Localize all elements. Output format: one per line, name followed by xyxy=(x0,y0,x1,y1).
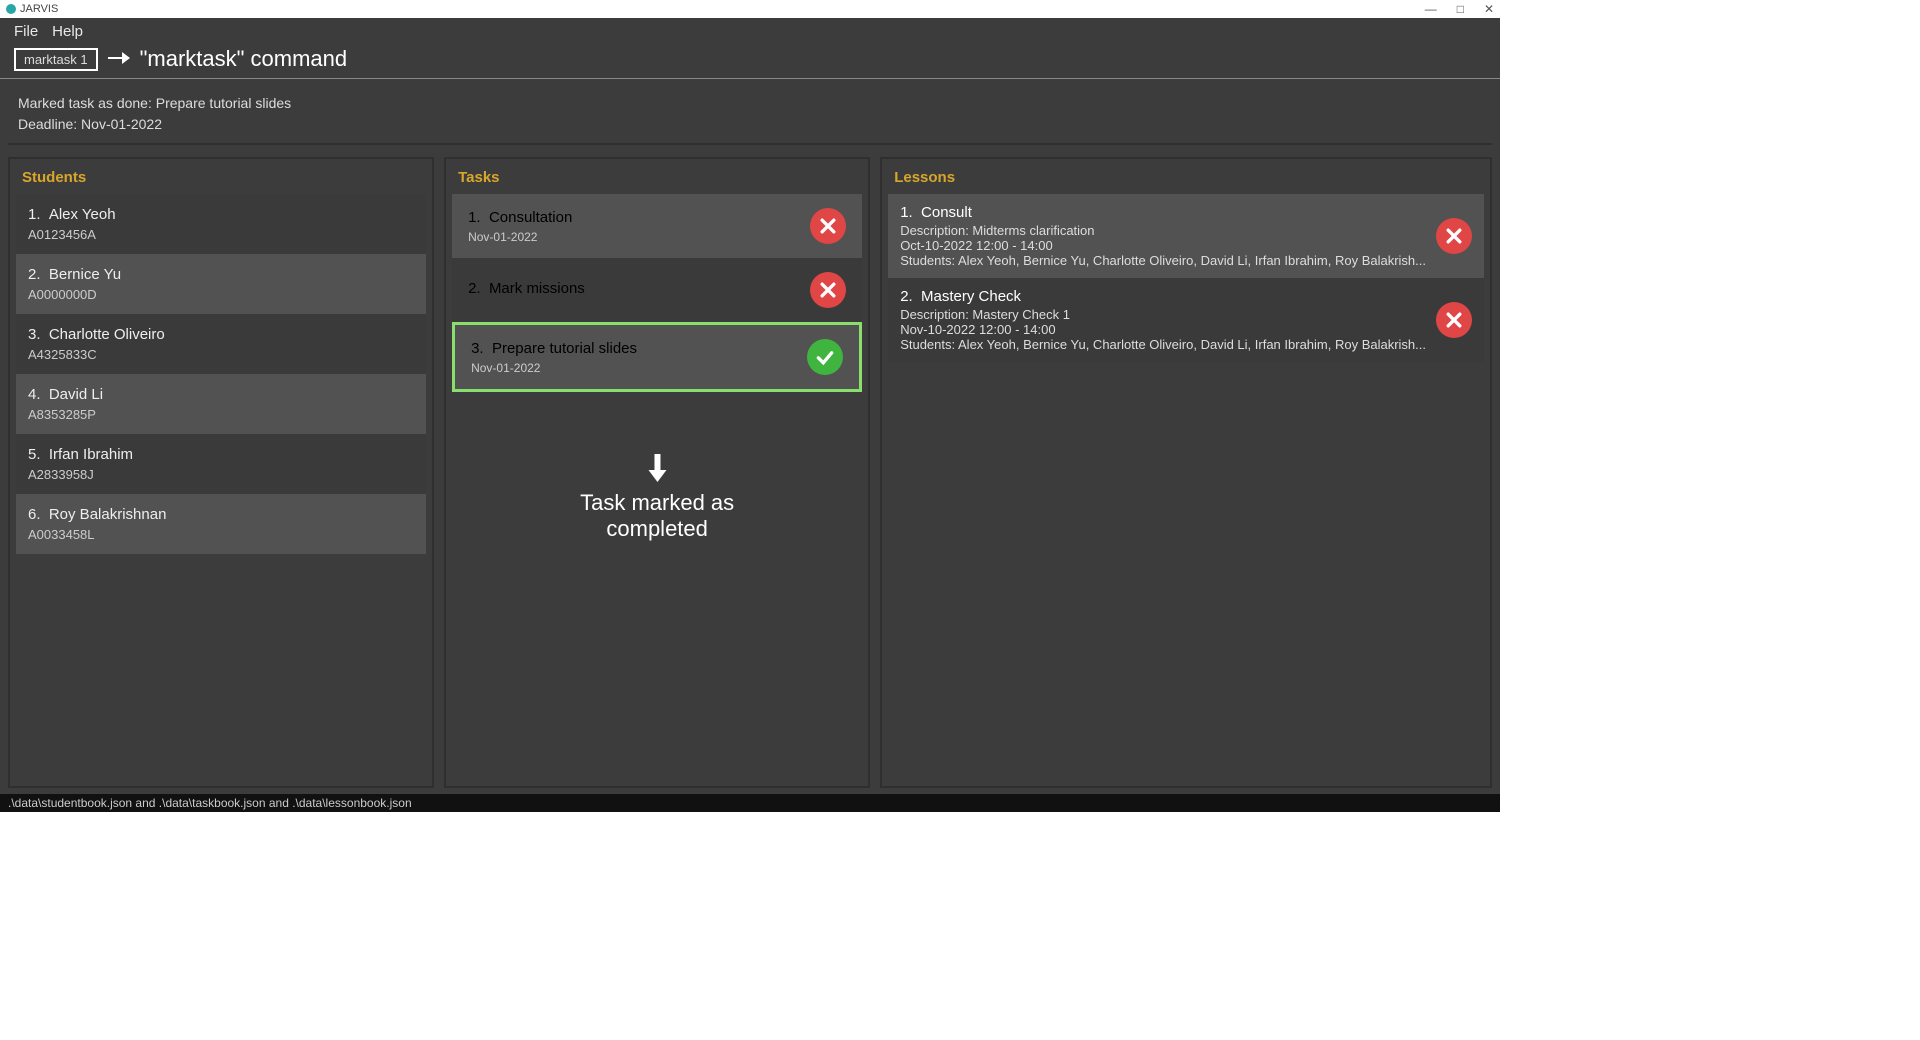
window-titlebar: JARVIS — □ ✕ xyxy=(0,0,1500,18)
check-icon xyxy=(807,339,843,375)
menu-help[interactable]: Help xyxy=(52,23,83,40)
lesson-desc: Description: Mastery Check 1 xyxy=(900,307,1426,322)
command-annotation: "marktask" command xyxy=(140,46,348,72)
tasks-panel: Tasks 1. Consultation Nov-01-2022 2. Mark … xyxy=(444,157,870,788)
close-icon[interactable]: ✕ xyxy=(1484,2,1494,16)
task-name: 2. Mark missions xyxy=(468,280,585,297)
student-item[interactable]: 4. David Li A8353285P xyxy=(16,374,426,434)
student-name: 1. Alex Yeoh xyxy=(28,206,414,223)
window-title: JARVIS xyxy=(20,3,58,15)
task-date: Nov-01-2022 xyxy=(471,361,637,375)
task-item[interactable]: 3. Prepare tutorial slides Nov-01-2022 xyxy=(452,322,862,392)
student-id: A0033458L xyxy=(28,527,414,542)
window-controls: — □ ✕ xyxy=(1425,2,1494,16)
tasks-header: Tasks xyxy=(452,165,862,194)
maximize-icon[interactable]: □ xyxy=(1457,2,1464,16)
arrow-right-icon xyxy=(108,46,130,72)
minimize-icon[interactable]: — xyxy=(1425,2,1437,16)
student-id: A0123456A xyxy=(28,227,414,242)
student-id: A4325833C xyxy=(28,347,414,362)
lesson-time: Oct-10-2022 12:00 - 14:00 xyxy=(900,238,1426,253)
task-date: Nov-01-2022 xyxy=(468,230,572,244)
x-icon xyxy=(810,208,846,244)
lesson-desc: Description: Midterms clarification xyxy=(900,223,1426,238)
students-panel: Students 1. Alex Yeoh A0123456A 2. Bernice… xyxy=(8,157,434,788)
students-header: Students xyxy=(16,165,426,194)
lesson-students: Students: Alex Yeoh, Bernice Yu, Charlot… xyxy=(900,253,1426,268)
command-input[interactable]: marktask 1 xyxy=(14,48,98,71)
student-name: 4. David Li xyxy=(28,386,414,403)
annotation-text: Task marked as completed xyxy=(555,490,760,542)
statusbar: .\data\studentbook.json and .\data\taskb… xyxy=(0,794,1500,812)
task-item[interactable]: 2. Mark missions xyxy=(452,258,862,322)
result-line: Marked task as done: Prepare tutorial sl… xyxy=(18,93,1482,114)
student-name: 2. Bernice Yu xyxy=(28,266,414,283)
task-name: 3. Prepare tutorial slides xyxy=(471,340,637,357)
student-name: 6. Roy Balakrishnan xyxy=(28,506,414,523)
student-item[interactable]: 6. Roy Balakrishnan A0033458L xyxy=(16,494,426,554)
result-line: Deadline: Nov-01-2022 xyxy=(18,114,1482,135)
student-item[interactable]: 2. Bernice Yu A0000000D xyxy=(16,254,426,314)
x-icon xyxy=(810,272,846,308)
student-item[interactable]: 1. Alex Yeoh A0123456A xyxy=(16,194,426,254)
x-icon xyxy=(1436,218,1472,254)
arrow-down-icon xyxy=(555,454,760,486)
lesson-students: Students: Alex Yeoh, Bernice Yu, Charlot… xyxy=(900,337,1426,352)
task-name: 1. Consultation xyxy=(468,209,572,226)
lessons-panel: Lessons 1. Consult Description: Midterms … xyxy=(880,157,1492,788)
lesson-name: 2. Mastery Check xyxy=(900,288,1426,305)
student-id: A0000000D xyxy=(28,287,414,302)
lesson-time: Nov-10-2022 12:00 - 14:00 xyxy=(900,322,1426,337)
menubar: File Help xyxy=(0,18,1500,44)
statusbar-text: .\data\studentbook.json and .\data\taskb… xyxy=(8,796,412,810)
student-item[interactable]: 3. Charlotte Oliveiro A4325833C xyxy=(16,314,426,374)
lesson-name: 1. Consult xyxy=(900,204,1426,221)
task-completed-annotation: Task marked as completed xyxy=(555,454,760,542)
lesson-item[interactable]: 1. Consult Description: Midterms clarific… xyxy=(888,194,1484,278)
lesson-item[interactable]: 2. Mastery Check Description: Mastery Che… xyxy=(888,278,1484,362)
x-icon xyxy=(1436,302,1472,338)
student-name: 5. Irfan Ibrahim xyxy=(28,446,414,463)
command-row: marktask 1 "marktask" command xyxy=(0,44,1500,79)
task-item[interactable]: 1. Consultation Nov-01-2022 xyxy=(452,194,862,258)
student-id: A8353285P xyxy=(28,407,414,422)
lessons-header: Lessons xyxy=(888,165,1484,194)
result-display: Marked task as done: Prepare tutorial sl… xyxy=(8,85,1492,145)
menu-file[interactable]: File xyxy=(14,23,38,40)
student-item[interactable]: 5. Irfan Ibrahim A2833958J xyxy=(16,434,426,494)
student-name: 3. Charlotte Oliveiro xyxy=(28,326,414,343)
student-id: A2833958J xyxy=(28,467,414,482)
app-icon xyxy=(6,4,16,14)
